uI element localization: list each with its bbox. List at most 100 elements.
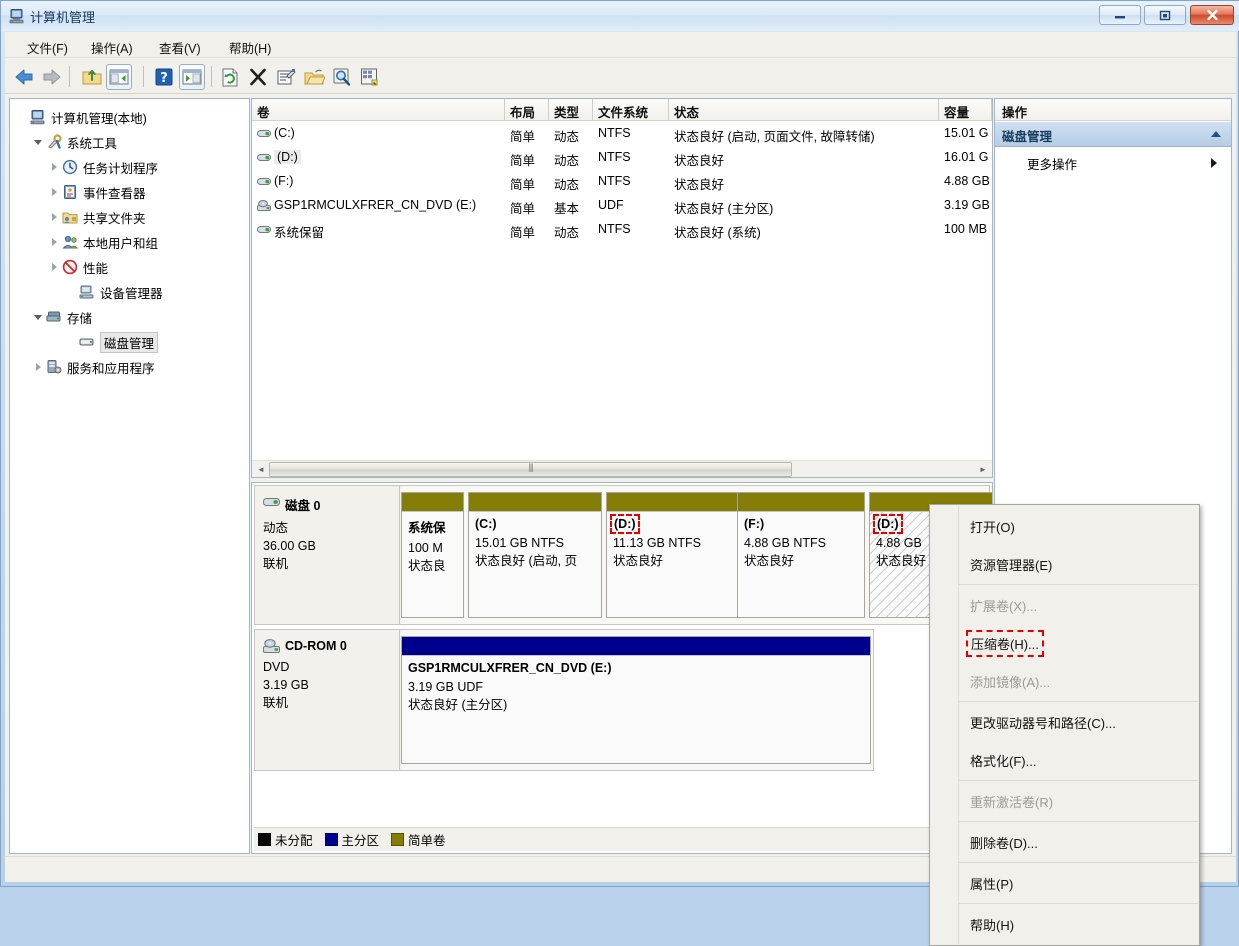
chevron-right-icon[interactable] xyxy=(48,160,62,174)
disk-info-line: 36.00 GB xyxy=(263,537,391,555)
volume-column-header-2[interactable]: 布局 xyxy=(505,99,549,120)
minimize-button[interactable] xyxy=(1099,5,1141,25)
chevron-right-icon[interactable] xyxy=(32,360,46,374)
context-menu-item-9[interactable]: 删除卷(D)... xyxy=(930,823,1199,861)
table-row[interactable]: GSP1RMCULXFRER_CN_DVD (E:)简单基本UDF状态良好 (主… xyxy=(252,195,992,218)
open-folder-icon[interactable] xyxy=(303,66,325,88)
context-menu-item-10[interactable]: 属性(P) xyxy=(930,864,1199,902)
refresh-icon[interactable] xyxy=(219,66,241,88)
scroll-right-icon[interactable]: ► xyxy=(975,461,991,477)
scroll-thumb[interactable] xyxy=(269,462,792,477)
disk-title: CD-ROM 0 xyxy=(285,639,391,653)
graphical-disk-view[interactable]: 磁盘 0动态36.00 GB联机系统保100 M状态良(C:)15.01 GB … xyxy=(251,482,993,854)
legend-label: 简单卷 xyxy=(408,830,446,849)
sidebar-item-3[interactable]: 任务计划程序 xyxy=(10,155,249,179)
volume-column-header-6[interactable]: 容量 xyxy=(939,99,992,120)
context-menu-item-6[interactable]: 更改驱动器号和路径(C)... xyxy=(930,703,1199,741)
partition-3[interactable]: (D:)11.13 GB NTFS状态良好 xyxy=(606,492,740,618)
volume-column-header-4[interactable]: 文件系统 xyxy=(593,99,669,120)
delete-icon[interactable] xyxy=(247,66,269,88)
disk-info-panel[interactable]: CD-ROM 0DVD3.19 GB联机 xyxy=(255,630,400,770)
disk-info-panel[interactable]: 磁盘 0动态36.00 GB联机 xyxy=(255,486,400,624)
sidebar-item-label: 系统工具 xyxy=(67,133,117,152)
partition-2[interactable]: (C:)15.01 GB NTFS状态良好 (启动, 页 xyxy=(468,492,602,618)
chevron-right-icon[interactable] xyxy=(48,185,62,199)
maximize-button[interactable] xyxy=(1144,5,1186,25)
export-list-icon[interactable] xyxy=(359,66,381,88)
back-icon[interactable] xyxy=(13,66,35,88)
sidebar-item-9[interactable]: 存储 xyxy=(10,305,249,329)
volume-column-header-3[interactable]: 类型 xyxy=(549,99,593,120)
sidebar-item-8[interactable]: 设备管理器 xyxy=(10,280,249,304)
context-menu-items[interactable]: 打开(O)资源管理器(E)扩展卷(X)...压缩卷(H)...添加镜像(A)..… xyxy=(930,507,1199,943)
toolbar: ? xyxy=(5,58,1236,94)
partition-size-line: 3.19 GB UDF xyxy=(408,678,864,696)
show-hide-tree-icon[interactable] xyxy=(108,66,130,88)
legend-label: 未分配 xyxy=(275,830,313,849)
console-tree[interactable]: 计算机管理(本地) 系统工具任务计划程序事件查看器共享文件夹本地用户和组性能设备管… xyxy=(9,98,250,854)
partition-color-bar xyxy=(402,493,463,511)
show-hide-actions-icon[interactable] xyxy=(181,66,203,88)
disk-info-line: 3.19 GB xyxy=(263,676,391,694)
partition-4[interactable]: (F:)4.88 GB NTFS状态良好 xyxy=(737,492,865,618)
table-row[interactable]: 系统保留简单动态NTFS状态良好 (系统)100 MB xyxy=(252,219,992,242)
partition-body: 系统保100 M状态良 xyxy=(402,511,463,617)
partition-status-line: 状态良好 (启动, 页 xyxy=(475,552,595,570)
volume-column-header-5[interactable]: 状态 xyxy=(669,99,939,120)
tree-spacer xyxy=(65,285,79,299)
partition-color-bar xyxy=(607,493,739,511)
volume-context-menu[interactable]: 打开(O)资源管理器(E)扩展卷(X)...压缩卷(H)...添加镜像(A)..… xyxy=(929,504,1200,946)
sidebar-item-5[interactable]: 共享文件夹 xyxy=(10,205,249,229)
table-row[interactable]: (C:)简单动态NTFS状态良好 (启动, 页面文件, 故障转储)15.01 G xyxy=(252,123,992,146)
menu-bar: 文件(F) 操作(A) 查看(V) 帮助(H) xyxy=(5,32,1236,58)
context-menu-item-2[interactable]: 资源管理器(E) xyxy=(930,545,1199,583)
volume-list-header: 卷布局类型文件系统状态容量 xyxy=(252,99,992,121)
chevron-right-icon[interactable] xyxy=(48,210,62,224)
sidebar-item-2[interactable]: 系统工具 xyxy=(10,130,249,154)
disk-block-1[interactable]: 磁盘 0动态36.00 GB联机系统保100 M状态良(C:)15.01 GB … xyxy=(254,485,990,625)
table-row[interactable]: (D:)简单动态NTFS状态良好16.01 G xyxy=(252,147,992,170)
context-menu-separator xyxy=(959,780,1198,781)
context-menu-separator xyxy=(959,821,1198,822)
volume-list-hscrollbar[interactable]: ◄ ► xyxy=(252,460,992,477)
find-icon[interactable] xyxy=(331,66,353,88)
sidebar-item-11[interactable]: 服务和应用程序 xyxy=(10,355,249,379)
close-button[interactable] xyxy=(1190,5,1234,25)
chevron-down-icon[interactable] xyxy=(32,310,46,324)
partition-1[interactable]: 系统保100 M状态良 xyxy=(401,492,464,618)
actions-more-actions[interactable]: 更多操作 xyxy=(995,149,1231,175)
sidebar-item-7[interactable]: 性能 xyxy=(10,255,249,279)
volume-column-header-1[interactable]: 卷 xyxy=(252,99,505,120)
context-menu-item-8: 重新激活卷(R) xyxy=(930,782,1199,820)
chevron-down-icon[interactable] xyxy=(32,135,46,149)
menu-item-2[interactable]: 操作(A) xyxy=(83,36,141,55)
clock-icon xyxy=(62,159,78,175)
menu-item-3[interactable]: 查看(V) xyxy=(151,36,209,55)
actions-group-disk-management[interactable]: 磁盘管理 xyxy=(995,122,1231,147)
context-menu-item-4[interactable]: 压缩卷(H)... xyxy=(930,624,1199,662)
chevron-up-icon[interactable] xyxy=(1211,131,1221,137)
menu-item-1[interactable]: 文件(F) xyxy=(19,36,76,55)
help-icon[interactable]: ? xyxy=(153,66,175,88)
partition-1[interactable]: GSP1RMCULXFRER_CN_DVD (E:)3.19 GB UDF状态良… xyxy=(401,636,871,764)
legend-item-2: 主分区 xyxy=(325,830,380,849)
table-row[interactable]: (F:)简单动态NTFS状态良好4.88 GB xyxy=(252,171,992,194)
sidebar-item-4[interactable]: 事件查看器 xyxy=(10,180,249,204)
context-menu-item-11[interactable]: 帮助(H) xyxy=(930,905,1199,943)
chevron-right-icon[interactable] xyxy=(48,260,62,274)
forward-icon[interactable] xyxy=(41,66,63,88)
up-folder-icon[interactable] xyxy=(81,66,103,88)
scroll-left-icon[interactable]: ◄ xyxy=(253,461,269,477)
context-menu-item-7[interactable]: 格式化(F)... xyxy=(930,741,1199,779)
context-menu-item-1[interactable]: 打开(O) xyxy=(930,507,1199,545)
menu-item-4[interactable]: 帮助(H) xyxy=(221,36,279,55)
sidebar-item-6[interactable]: 本地用户和组 xyxy=(10,230,249,254)
partition-area: GSP1RMCULXFRER_CN_DVD (E:)3.19 GB UDF状态良… xyxy=(401,630,873,770)
sidebar-item-10[interactable]: 磁盘管理 xyxy=(10,330,249,354)
disk-block-2[interactable]: CD-ROM 0DVD3.19 GB联机GSP1RMCULXFRER_CN_DV… xyxy=(254,629,874,771)
properties-icon[interactable] xyxy=(275,66,297,88)
volume-list[interactable]: 卷布局类型文件系统状态容量 (C:)简单动态NTFS状态良好 (启动, 页面文件… xyxy=(251,98,993,478)
sidebar-item-1[interactable]: 计算机管理(本地) xyxy=(10,105,249,129)
partition-body: (D:)11.13 GB NTFS状态良好 xyxy=(607,511,739,617)
chevron-right-icon[interactable] xyxy=(48,235,62,249)
